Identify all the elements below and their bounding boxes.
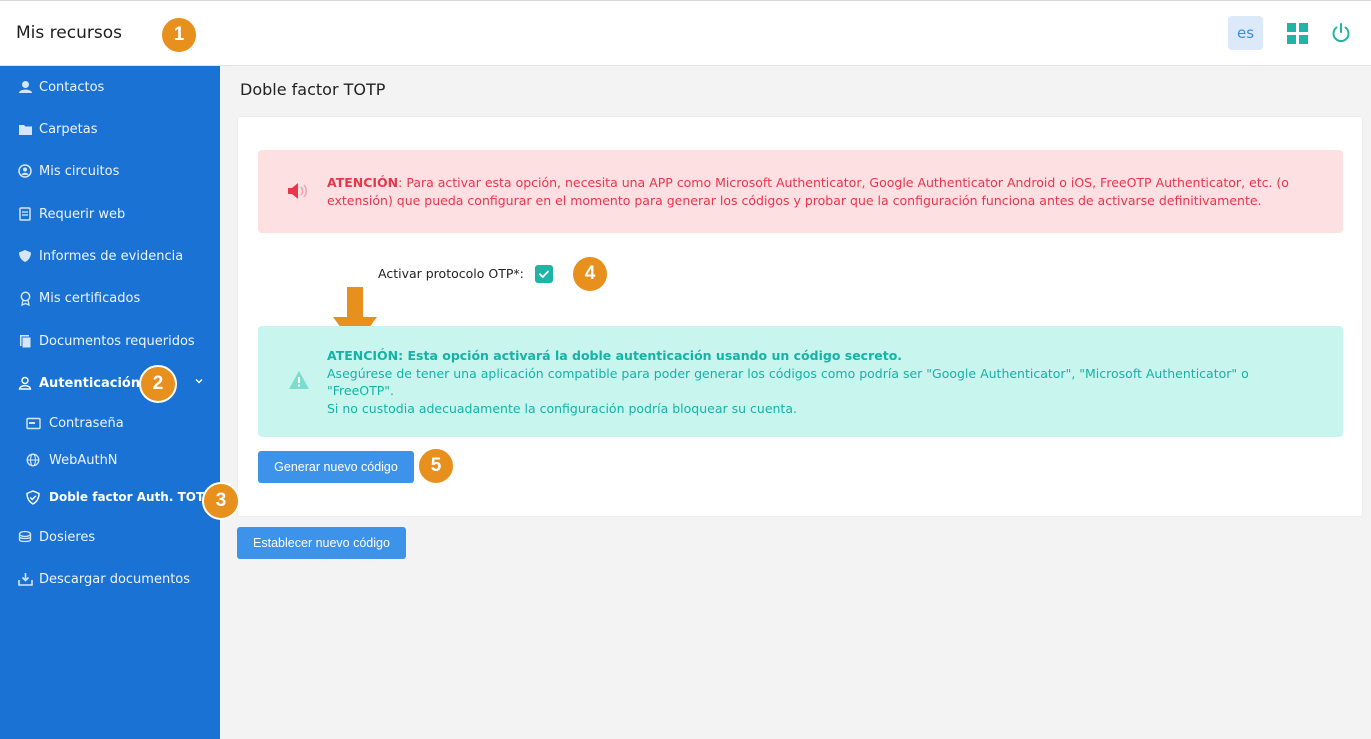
sidebar-item-mis-circuitos[interactable]: Mis circuitos <box>0 154 220 188</box>
step-marker-3: 3 <box>202 482 240 520</box>
warning-triangle-icon <box>289 371 309 389</box>
sidebar-item-contrasena[interactable]: Contraseña <box>0 406 220 440</box>
sidebar-item-label: Contactos <box>39 79 105 95</box>
sidebar-item-documentos-requeridos[interactable]: Documentos requeridos <box>0 324 220 358</box>
dossier-icon <box>17 529 33 545</box>
sidebar-item-requerir-web[interactable]: Requerir web <box>0 197 220 231</box>
otp-checkbox[interactable] <box>535 265 553 283</box>
page-title: Doble factor TOTP <box>240 80 386 99</box>
sidebar-item-label: WebAuthN <box>49 452 118 468</box>
power-icon[interactable] <box>1330 22 1352 44</box>
info-alert-line-2: Si no custodia adecuadamente la configur… <box>327 400 797 416</box>
certificate-icon <box>17 290 33 306</box>
sidebar-item-dosieres[interactable]: Dosieres <box>0 520 220 554</box>
sidebar-item-label: Documentos requeridos <box>39 333 195 349</box>
sidebar-item-label: Requerir web <box>39 206 126 222</box>
sidebar-item-doble-factor-totp[interactable]: Doble factor Auth. TOTP <box>0 480 220 514</box>
password-icon <box>25 415 41 431</box>
set-code-button[interactable]: Establecer nuevo código <box>237 527 406 559</box>
info-alert-text: ATENCIÓN: Esta opción activará la doble … <box>327 347 1317 417</box>
step-marker-1: 1 <box>160 16 198 54</box>
info-alert: ATENCIÓN: Esta opción activará la doble … <box>258 326 1343 437</box>
megaphone-icon <box>288 183 307 199</box>
documents-icon <box>17 333 33 349</box>
folder-icon <box>17 121 33 137</box>
globe-icon <box>25 452 41 468</box>
sidebar-item-label: Dosieres <box>39 529 96 545</box>
warning-alert-body: : Para activar esta opción, necesita una… <box>327 175 1289 208</box>
sidebar-item-label: Autenticación <box>39 375 141 391</box>
download-icon <box>17 571 33 587</box>
sidebar-item-carpetas[interactable]: Carpetas <box>0 112 220 146</box>
sidebar-item-label: Descargar documentos <box>39 571 191 587</box>
step-marker-5: 5 <box>417 447 455 485</box>
sidebar-item-mis-certificados[interactable]: Mis certificados <box>0 281 220 315</box>
check-icon <box>539 270 549 278</box>
sidebar-item-label: Doble factor Auth. TOTP <box>49 490 213 504</box>
step-marker-4: 4 <box>571 255 609 293</box>
language-button[interactable]: es <box>1228 16 1263 50</box>
sidebar-item-autenticacion[interactable]: Autenticación <box>0 366 220 400</box>
sidebar-item-label: Informes de evidencia <box>39 248 184 264</box>
sidebar-item-label: Carpetas <box>39 121 98 137</box>
app-title: Mis recursos <box>16 23 122 43</box>
top-bar: Mis recursos es <box>0 0 1371 66</box>
evidence-icon <box>17 248 33 264</box>
apps-grid-icon[interactable] <box>1287 23 1308 44</box>
shield-check-icon <box>25 489 41 505</box>
sidebar-item-descargar-documentos[interactable]: Descargar documentos <box>0 562 220 596</box>
otp-label: Activar protocolo OTP*: <box>378 266 524 281</box>
contacts-icon <box>17 79 33 95</box>
sidebar-item-webauthn[interactable]: WebAuthN <box>0 443 220 477</box>
sidebar-item-label: Mis circuitos <box>39 163 120 179</box>
user-icon <box>17 375 33 391</box>
warning-alert-text: ATENCIÓN: Para activar esta opción, nece… <box>327 174 1327 210</box>
web-form-icon <box>17 206 33 222</box>
sidebar-item-contactos[interactable]: Contactos <box>0 70 220 104</box>
sidebar-item-label: Mis certificados <box>39 290 141 306</box>
info-alert-line-1: Asegúrese de tener una aplicación compat… <box>327 365 1249 399</box>
sidebar: Contactos Carpetas Mis circuitos Requeri… <box>0 66 220 739</box>
info-alert-heading: ATENCIÓN: Esta opción activará la doble … <box>327 348 903 363</box>
sidebar-item-informes-de-evidencia[interactable]: Informes de evidencia <box>0 239 220 273</box>
chevron-down-icon[interactable] <box>194 376 204 386</box>
warning-alert-prefix: ATENCIÓN <box>327 175 399 190</box>
circuit-icon <box>17 163 33 179</box>
sidebar-item-label: Contraseña <box>49 415 124 431</box>
step-marker-2: 2 <box>139 365 177 403</box>
warning-alert: ATENCIÓN: Para activar esta opción, nece… <box>258 150 1343 233</box>
generate-code-button[interactable]: Generar nuevo código <box>258 451 414 483</box>
